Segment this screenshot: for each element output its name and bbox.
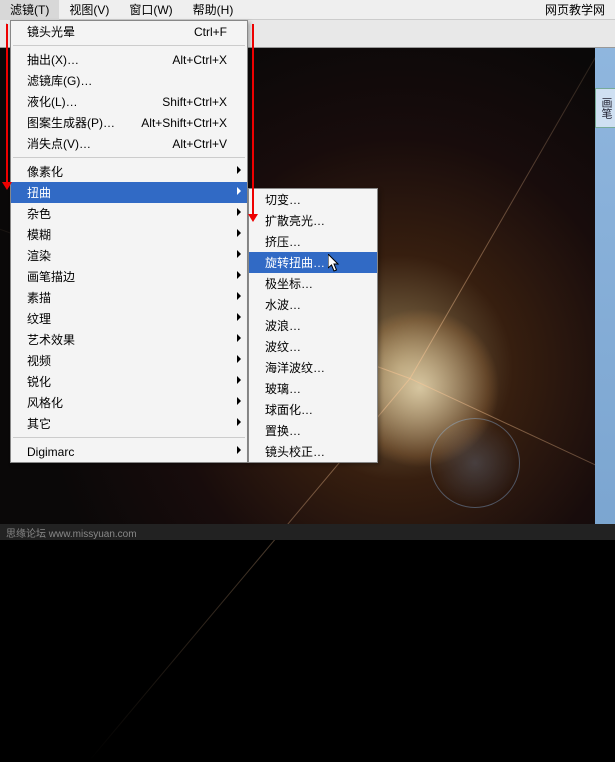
lens-flare-ring bbox=[430, 418, 520, 508]
chevron-right-icon bbox=[237, 166, 241, 174]
mi-other[interactable]: 其它 bbox=[11, 413, 247, 434]
mi-glass[interactable]: 玻璃… bbox=[249, 378, 377, 399]
mi-zigzag[interactable]: 水波… bbox=[249, 294, 377, 315]
mi-pattern-maker[interactable]: 图案生成器(P)…Alt+Shift+Ctrl+X bbox=[11, 112, 247, 133]
annotation-arrow bbox=[252, 24, 254, 214]
chevron-right-icon bbox=[237, 376, 241, 384]
mi-brush-strokes[interactable]: 画笔描边 bbox=[11, 266, 247, 287]
mi-extract[interactable]: 抽出(X)…Alt+Ctrl+X bbox=[11, 49, 247, 70]
mi-lens-flare[interactable]: 镜头光晕Ctrl+F bbox=[11, 21, 247, 42]
mi-polar[interactable]: 极坐标… bbox=[249, 273, 377, 294]
panel-dock: 画笔 bbox=[595, 48, 615, 540]
cursor-icon bbox=[328, 254, 342, 272]
menu-filter[interactable]: 滤镜(T) bbox=[0, 0, 59, 20]
mi-stylize[interactable]: 风格化 bbox=[11, 392, 247, 413]
chevron-right-icon bbox=[237, 292, 241, 300]
menubar: 滤镜(T) 视图(V) 窗口(W) 帮助(H) 网页教学网 bbox=[0, 0, 615, 20]
chevron-right-icon bbox=[237, 446, 241, 454]
mi-digimarc[interactable]: Digimarc bbox=[11, 441, 247, 462]
chevron-right-icon bbox=[237, 229, 241, 237]
filter-menu: 镜头光晕Ctrl+F 抽出(X)…Alt+Ctrl+X 滤镜库(G)… 液化(L… bbox=[10, 20, 248, 463]
mi-filter-gallery[interactable]: 滤镜库(G)… bbox=[11, 70, 247, 91]
mi-ocean-ripple[interactable]: 海洋波纹… bbox=[249, 357, 377, 378]
annotation-arrow bbox=[6, 24, 8, 182]
mi-sketch[interactable]: 素描 bbox=[11, 287, 247, 308]
mi-sharpen[interactable]: 锐化 bbox=[11, 371, 247, 392]
menu-separator bbox=[13, 45, 245, 46]
menu-window[interactable]: 窗口(W) bbox=[119, 0, 182, 20]
chevron-right-icon bbox=[237, 271, 241, 279]
mi-twirl[interactable]: 旋转扭曲… bbox=[249, 252, 377, 273]
brushes-tab[interactable]: 画笔 bbox=[595, 88, 615, 128]
menu-separator bbox=[13, 157, 245, 158]
brand-text: 网页教学网 bbox=[545, 1, 615, 18]
mi-render[interactable]: 渲染 bbox=[11, 245, 247, 266]
mi-vanishing-point[interactable]: 消失点(V)…Alt+Ctrl+V bbox=[11, 133, 247, 154]
chevron-right-icon bbox=[237, 208, 241, 216]
menu-separator bbox=[13, 437, 245, 438]
chevron-right-icon bbox=[237, 250, 241, 258]
menu-help[interactable]: 帮助(H) bbox=[183, 0, 244, 20]
chevron-right-icon bbox=[237, 418, 241, 426]
mi-liquify[interactable]: 液化(L)…Shift+Ctrl+X bbox=[11, 91, 247, 112]
chevron-right-icon bbox=[237, 187, 241, 195]
mi-shear[interactable]: 切变… bbox=[249, 189, 377, 210]
chevron-right-icon bbox=[237, 355, 241, 363]
mi-spherize[interactable]: 球面化… bbox=[249, 399, 377, 420]
mi-ripple[interactable]: 波纹… bbox=[249, 336, 377, 357]
mi-pinch[interactable]: 挤压… bbox=[249, 231, 377, 252]
distort-submenu: 切变… 扩散亮光… 挤压… 旋转扭曲… 极坐标… 水波… 波浪… 波纹… 海洋波… bbox=[248, 188, 378, 463]
mi-lens-correction[interactable]: 镜头校正… bbox=[249, 441, 377, 462]
mi-artistic[interactable]: 艺术效果 bbox=[11, 329, 247, 350]
menu-view[interactable]: 视图(V) bbox=[59, 0, 119, 20]
mi-video[interactable]: 视频 bbox=[11, 350, 247, 371]
mi-noise[interactable]: 杂色 bbox=[11, 203, 247, 224]
chevron-right-icon bbox=[237, 313, 241, 321]
statusbar: 思缘论坛 www.missyuan.com bbox=[0, 524, 615, 540]
chevron-right-icon bbox=[237, 397, 241, 405]
mi-blur[interactable]: 模糊 bbox=[11, 224, 247, 245]
mi-displace[interactable]: 置换… bbox=[249, 420, 377, 441]
mi-texture[interactable]: 纹理 bbox=[11, 308, 247, 329]
mi-diffuse-glow[interactable]: 扩散亮光… bbox=[249, 210, 377, 231]
chevron-right-icon bbox=[237, 334, 241, 342]
mi-distort[interactable]: 扭曲 bbox=[11, 182, 247, 203]
statusbar-text: 思缘论坛 www.missyuan.com bbox=[6, 529, 137, 540]
mi-pixelate[interactable]: 像素化 bbox=[11, 161, 247, 182]
mi-wave[interactable]: 波浪… bbox=[249, 315, 377, 336]
